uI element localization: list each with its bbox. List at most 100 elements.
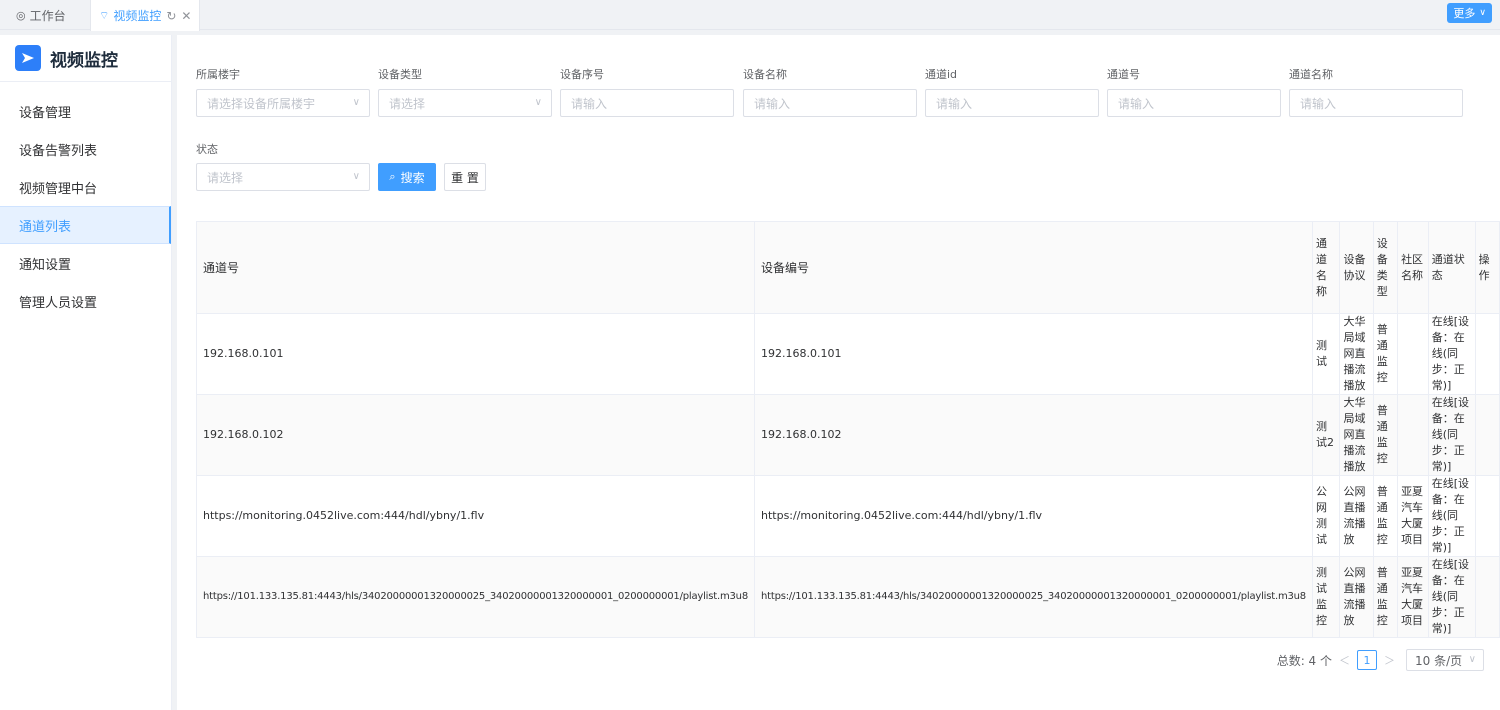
cell-community-name	[1397, 394, 1429, 476]
search-button[interactable]: ⌕ 搜索	[378, 163, 436, 191]
sidebar-item-label: 设备管理	[19, 105, 72, 121]
table-row[interactable]: https://monitoring.0452live.com:444/hdl/…	[196, 475, 1500, 557]
page-number-button[interactable]: 1	[1357, 650, 1377, 670]
sidebar-item-channel-list[interactable]: 通道列表	[0, 206, 171, 244]
table-header-row: 通道号 设备编号 通道名称 设备协议 设备类型 社区名称 通道状态 操作	[196, 221, 1500, 314]
cell-community-name: 亚夏汽车大厦项目	[1397, 556, 1429, 638]
status-select[interactable]: 请选择 ∨	[196, 163, 370, 191]
main-panel: 所属楼宇 请选择设备所属楼宇 ∨ 设备类型 请选择 ∨ 设备序号 请输入 设备名…	[177, 35, 1500, 710]
sidebar-item-label: 视频管理中台	[19, 181, 98, 197]
device-type-placeholder: 请选择	[389, 96, 426, 111]
column-header-device-number[interactable]: 设备编号	[753, 221, 1313, 314]
sidebar-item-staff-settings[interactable]: 管理人员设置	[0, 282, 171, 320]
channel-number-label: 通道号	[1107, 68, 1140, 81]
more-button[interactable]: 更多 ∨	[1447, 3, 1492, 23]
refresh-icon[interactable]: ↻	[166, 9, 176, 23]
column-header-actions: 操作	[1474, 221, 1500, 314]
column-header-device-protocol[interactable]: 设备协议	[1339, 221, 1374, 314]
sidebar-item-video-platform[interactable]: 视频管理中台	[0, 168, 171, 206]
table-row[interactable]: 192.168.0.101 192.168.0.101 测试 大华局域网直播流播…	[196, 313, 1500, 395]
cell-channel-number: https://101.133.135.81:4443/hls/34020000…	[196, 556, 755, 638]
device-serial-input[interactable]: 请输入	[560, 89, 734, 117]
cell-channel-name: 测试2	[1311, 394, 1341, 476]
column-header-community-name[interactable]: 社区名称	[1397, 221, 1429, 314]
close-icon[interactable]: ✕	[181, 9, 191, 23]
more-label: 更多	[1453, 7, 1476, 20]
tab-video-monitor[interactable]: ⌔ 视频监控 ↻ ✕	[90, 0, 201, 31]
device-name-placeholder: 请输入	[754, 96, 791, 111]
brand: 视频监控	[0, 35, 171, 82]
tab-bar: ◎ 工作台 ⌔ 视频监控 ↻ ✕ 更多 ∨	[0, 0, 1500, 31]
cell-device-type: 普通监控	[1372, 475, 1399, 557]
chevron-down-icon: ∨	[1479, 8, 1486, 18]
cell-channel-name: 公网测试	[1311, 475, 1341, 557]
channel-id-input[interactable]: 请输入	[925, 89, 1099, 117]
prev-page-icon[interactable]: ＜	[1339, 652, 1350, 668]
tab-workbench[interactable]: ◎ 工作台	[8, 0, 74, 30]
sidebar: 视频监控 设备管理 设备告警列表 视频管理中台 通道列表 通知设置 管理人员设置	[0, 35, 172, 710]
channel-number-input[interactable]: 请输入	[1107, 89, 1281, 117]
cell-device-number: https://101.133.135.81:4443/hls/34020000…	[753, 556, 1313, 638]
cell-channel-status: 在线[设备：在线(同步：正常)]	[1427, 556, 1476, 638]
sidebar-item-device-management[interactable]: 设备管理	[0, 92, 171, 130]
column-header-channel-status[interactable]: 通道状态	[1427, 221, 1476, 314]
sidebar-item-label: 管理人员设置	[19, 295, 98, 311]
device-type-label: 设备类型	[378, 68, 422, 81]
cell-device-type: 普通监控	[1372, 556, 1399, 638]
table-row[interactable]: 192.168.0.102 192.168.0.102 测试2 大华局域网直播流…	[196, 394, 1500, 476]
device-type-select[interactable]: 请选择 ∨	[378, 89, 552, 117]
sidebar-item-device-alarms[interactable]: 设备告警列表	[0, 130, 171, 168]
cell-device-protocol: 公网直播流播放	[1339, 475, 1374, 557]
reset-button-label: 重 置	[451, 170, 479, 185]
cell-actions	[1474, 313, 1500, 395]
cell-actions	[1474, 394, 1500, 476]
cell-community-name	[1397, 313, 1429, 395]
cell-actions	[1474, 556, 1500, 638]
sidebar-item-label: 设备告警列表	[19, 143, 98, 159]
building-placeholder: 请选择设备所属楼宇	[207, 96, 316, 111]
device-serial-label: 设备序号	[560, 68, 604, 81]
chevron-down-icon: ∨	[352, 171, 360, 182]
channel-name-placeholder: 请输入	[1300, 96, 1337, 111]
video-icon: ⌔	[99, 8, 110, 22]
cell-device-protocol: 公网直播流播放	[1339, 556, 1374, 638]
cell-device-number: https://monitoring.0452live.com:444/hdl/…	[753, 475, 1313, 557]
cell-channel-name: 测试监控	[1311, 556, 1341, 638]
device-name-input[interactable]: 请输入	[743, 89, 917, 117]
cell-channel-status: 在线[设备：在线(同步：正常)]	[1427, 475, 1476, 557]
channel-number-placeholder: 请输入	[1118, 96, 1155, 111]
cell-device-protocol: 大华局域网直播流播放	[1339, 313, 1374, 395]
tab-label: 视频监控	[113, 9, 162, 23]
status-label: 状态	[196, 143, 218, 156]
device-name-label: 设备名称	[743, 68, 787, 81]
cell-channel-status: 在线[设备：在线(同步：正常)]	[1427, 394, 1476, 476]
channel-id-label: 通道id	[925, 68, 958, 81]
cell-device-type: 普通监控	[1372, 313, 1399, 395]
tab-label: 工作台	[29, 8, 66, 23]
chevron-down-icon: ∨	[534, 97, 542, 108]
reset-button[interactable]: 重 置	[444, 163, 486, 191]
column-header-channel-number[interactable]: 通道号	[196, 221, 755, 314]
cell-channel-number: https://monitoring.0452live.com:444/hdl/…	[196, 475, 755, 557]
channel-name-label: 通道名称	[1289, 68, 1333, 81]
chevron-down-icon: ∨	[1468, 654, 1476, 665]
next-page-icon[interactable]: ＞	[1384, 652, 1395, 668]
sidebar-item-notification-settings[interactable]: 通知设置	[0, 244, 171, 282]
device-serial-placeholder: 请输入	[571, 96, 608, 111]
search-button-label: 搜索	[400, 170, 425, 185]
pagination: 总数: 4 个 ＜ 1 ＞ 10 条/页 ∨	[1277, 649, 1484, 671]
table-row[interactable]: https://101.133.135.81:4443/hls/34020000…	[196, 556, 1500, 638]
cell-channel-number: 192.168.0.102	[196, 394, 755, 476]
cell-device-type: 普通监控	[1372, 394, 1399, 476]
search-icon: ⌕	[389, 170, 396, 183]
column-header-channel-name[interactable]: 通道名称	[1311, 221, 1341, 314]
channel-name-input[interactable]: 请输入	[1289, 89, 1463, 117]
cell-community-name: 亚夏汽车大厦项目	[1397, 475, 1429, 557]
status-placeholder: 请选择	[207, 170, 244, 185]
brand-title: 视频监控	[50, 50, 118, 71]
building-label: 所属楼宇	[196, 68, 240, 81]
page-size-select[interactable]: 10 条/页 ∨	[1406, 649, 1484, 671]
dashboard-icon: ◎	[16, 8, 26, 22]
column-header-device-type[interactable]: 设备类型	[1372, 221, 1399, 314]
building-select[interactable]: 请选择设备所属楼宇 ∨	[196, 89, 370, 117]
